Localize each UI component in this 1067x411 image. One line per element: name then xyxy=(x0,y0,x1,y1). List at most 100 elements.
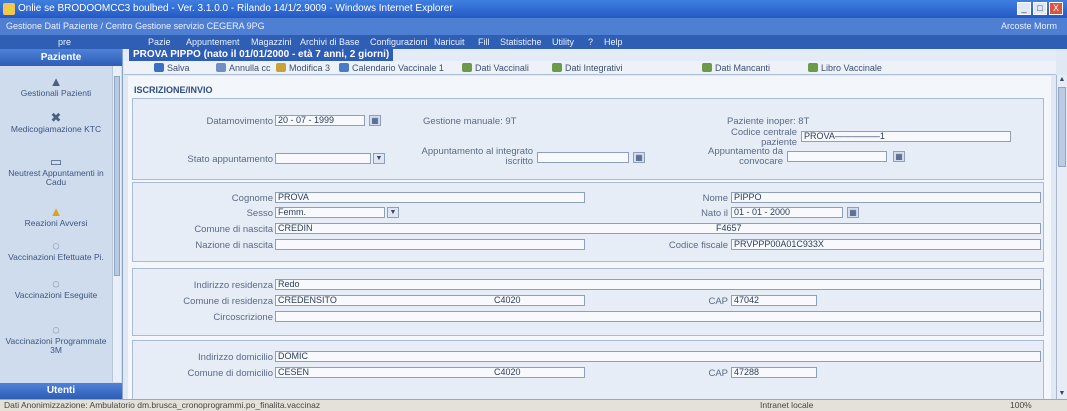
sidebar: Paziente ▲ Gestionali Pazienti ✖ Medicog… xyxy=(0,49,123,399)
comune-domicilio-code: C4020 xyxy=(494,367,521,377)
menu-item-pazie[interactable]: Pazie xyxy=(148,35,171,49)
nome-field[interactable]: PIPPO xyxy=(731,192,1041,203)
calendar-button[interactable]: Calendario Vaccinale 1 xyxy=(339,61,444,75)
indirizzo-residenza-label: Indirizzo residenza xyxy=(193,280,273,291)
calendar-picker-icon[interactable]: ▦ xyxy=(893,151,905,162)
maximize-icon[interactable]: □ xyxy=(1033,2,1047,15)
chevron-down-icon[interactable]: ▼ xyxy=(373,153,385,164)
window-title: Onlie se BRODOOMCC3 boulbed - Ver. 3.1.0… xyxy=(18,3,453,14)
vaccine-book-button[interactable]: Libro Vaccinale xyxy=(808,61,882,75)
cap-domicilio-field[interactable]: 47288 xyxy=(731,367,817,378)
ie-app-icon xyxy=(3,3,15,15)
medical-icon: ✖ xyxy=(50,110,62,125)
edit-button[interactable]: Modifica 3 xyxy=(276,61,330,75)
close-icon[interactable]: X xyxy=(1049,2,1063,15)
app-subtitle-bar: Gestione Dati Paziente / Centro Gestione… xyxy=(0,18,1067,35)
menu-item-naricuit[interactable]: Naricuit xyxy=(434,35,465,49)
comune-nascita-field[interactable]: CREDIN F4657 xyxy=(275,223,1041,234)
circoscrizione-field[interactable] xyxy=(275,311,1041,322)
chevron-down-icon[interactable]: ▼ xyxy=(387,207,399,218)
codice-fiscale-field[interactable]: PRVPPP00A01C933X xyxy=(731,239,1041,250)
calendar-icon: ▭ xyxy=(49,154,63,169)
sidebar-scroll-thumb[interactable] xyxy=(114,76,120,276)
nato-label: Nato il xyxy=(701,208,728,219)
menu-item-help[interactable]: Help xyxy=(604,35,623,49)
comune-residenza-field[interactable]: CREDENSITO C4020 xyxy=(275,295,585,306)
comune-residenza-value: CREDENSITO xyxy=(278,295,337,305)
logged-user: Arcoste Morm xyxy=(1000,21,1057,31)
codice-centrale-field[interactable]: PROVA—————1 xyxy=(801,131,1011,142)
calendar-picker-icon[interactable]: ▦ xyxy=(633,152,645,163)
comune-nascita-code: F4657 xyxy=(716,223,742,233)
integrative-data-button[interactable]: Dati Integrativi xyxy=(552,61,623,75)
menu-item-question[interactable]: ? xyxy=(588,35,593,49)
sidebar-scrollbar[interactable] xyxy=(112,66,121,382)
sidebar-item-vaccinazioni-efettuate[interactable]: ◌ Vaccinazioni Efettuate Pi. xyxy=(0,239,112,262)
zoom-level[interactable]: 100% xyxy=(1010,400,1032,411)
appuntamento-field[interactable] xyxy=(537,152,629,163)
section-title: ISCRIZIONE/INVIO xyxy=(134,85,213,95)
stato-appuntamento-select[interactable] xyxy=(275,153,371,164)
window-titlebar: Onlie se BRODOOMCC3 boulbed - Ver. 3.1.0… xyxy=(0,0,1067,18)
sidebar-item-vaccinazioni-programmate[interactable]: ◌ Vaccinazioni Programmate 3M xyxy=(0,323,112,355)
comune-domicilio-field[interactable]: CESEN C4020 xyxy=(275,367,585,378)
sidebar-item-label: Vaccinazioni Programmate 3M xyxy=(5,336,107,355)
vaccine-icon xyxy=(462,63,472,72)
codice-fiscale-label: Codice fiscale xyxy=(668,240,728,251)
status-text: Dati Anonimizzazione: Ambulatorio dm.bru… xyxy=(4,400,321,410)
menu-item-utility[interactable]: Utility xyxy=(552,35,574,49)
patient-icon: ▲ xyxy=(49,74,63,89)
appuntamento-convoc-field[interactable] xyxy=(787,151,887,162)
comune-residenza-code: C4020 xyxy=(494,295,521,305)
nazione-field[interactable] xyxy=(275,239,585,250)
sesso-select[interactable]: Femm. xyxy=(275,207,385,218)
calendar-picker-icon[interactable]: ▦ xyxy=(369,115,381,126)
cancel-button[interactable]: Annulla cc xyxy=(216,61,271,75)
sidebar-item-medicogiamazione[interactable]: ✖ Medicogiamazione KTC xyxy=(0,111,112,134)
indirizzo-residenza-field[interactable]: Redo xyxy=(275,279,1041,290)
menu-item-magazzini[interactable]: Magazzini xyxy=(251,35,292,49)
menu-item-configurazioni[interactable]: Configurazioni xyxy=(370,35,428,49)
sesso-label: Sesso xyxy=(246,208,273,219)
minimize-icon[interactable]: _ xyxy=(1017,2,1031,15)
calendar-picker-icon[interactable]: ▦ xyxy=(847,207,859,218)
stato-appuntamento-label: Stato appuntamento xyxy=(187,154,273,165)
warning-icon: ▲ xyxy=(49,204,63,219)
cap-residenza-label: CAP xyxy=(708,296,728,307)
panel-residenza: Indirizzo residenza Redo Comune di resid… xyxy=(132,268,1044,336)
nato-field[interactable]: 01 - 01 - 2000 xyxy=(731,207,843,218)
panel-iscrizione: Datamovimento 20 - 07 - 1999 ▦ Gestione … xyxy=(132,98,1044,180)
sidebar-item-gestionali[interactable]: ▲ Gestionali Pazienti xyxy=(0,75,112,98)
syringe-icon: ◌ xyxy=(52,322,60,337)
comune-nascita-value: CREDIN xyxy=(278,223,313,233)
sidebar-item-appuntamenti[interactable]: ▭ Neutrest Appuntamenti in Cadu xyxy=(0,155,112,187)
circoscrizione-label: Circoscrizione xyxy=(213,312,273,323)
comune-domicilio-label: Comune di domicilio xyxy=(187,368,273,379)
nome-label: Nome xyxy=(702,193,728,204)
cap-residenza-field[interactable]: 47042 xyxy=(731,295,817,306)
sidebar-item-reazioni[interactable]: ▲ Reazioni Avversi xyxy=(0,205,112,228)
data-movimento-field[interactable]: 20 - 07 - 1999 xyxy=(275,115,365,126)
cognome-field[interactable]: PROVA xyxy=(275,192,585,203)
content-scrollbar[interactable]: ▲ ▼ xyxy=(1056,75,1067,399)
menu-item-pre[interactable]: pre xyxy=(58,35,71,49)
indirizzo-domicilio-field[interactable]: DOMIC xyxy=(275,351,1041,362)
sidebar-item-vaccinazioni-eseguite[interactable]: ◌ Vaccinazioni Eseguite xyxy=(0,277,112,300)
sidebar-footer-utenti[interactable]: Utenti xyxy=(0,383,122,399)
tab-patient[interactable]: PROVA PIPPO (nato il 01/01/2000 - età 7 … xyxy=(129,49,394,61)
vaccine-data-button[interactable]: Dati Vaccinali xyxy=(462,61,529,75)
data-movimento-label: Datamovimento xyxy=(206,116,273,127)
menu-item-archivi[interactable]: Archivi di Base xyxy=(300,35,360,49)
save-button[interactable]: Salva xyxy=(154,61,190,75)
menu-item-fill[interactable]: Fill xyxy=(478,35,490,49)
menu-item-statistiche[interactable]: Statistiche xyxy=(500,35,542,49)
panel-domicilio: Indirizzo domicilio DOMIC Comune di domi… xyxy=(132,340,1044,399)
sidebar-header: Paziente xyxy=(0,49,122,66)
scroll-down-icon[interactable]: ▼ xyxy=(1057,389,1067,399)
status-bar: Dati Anonimizzazione: Ambulatorio dm.bru… xyxy=(0,399,1067,411)
syringe-icon: ◌ xyxy=(52,276,60,291)
menu-item-appuntement[interactable]: Appuntement xyxy=(186,35,240,49)
content-scroll-thumb[interactable] xyxy=(1058,87,1066,167)
missing-data-button[interactable]: Dati Mancanti xyxy=(702,61,770,75)
scroll-up-icon[interactable]: ▲ xyxy=(1057,75,1067,85)
